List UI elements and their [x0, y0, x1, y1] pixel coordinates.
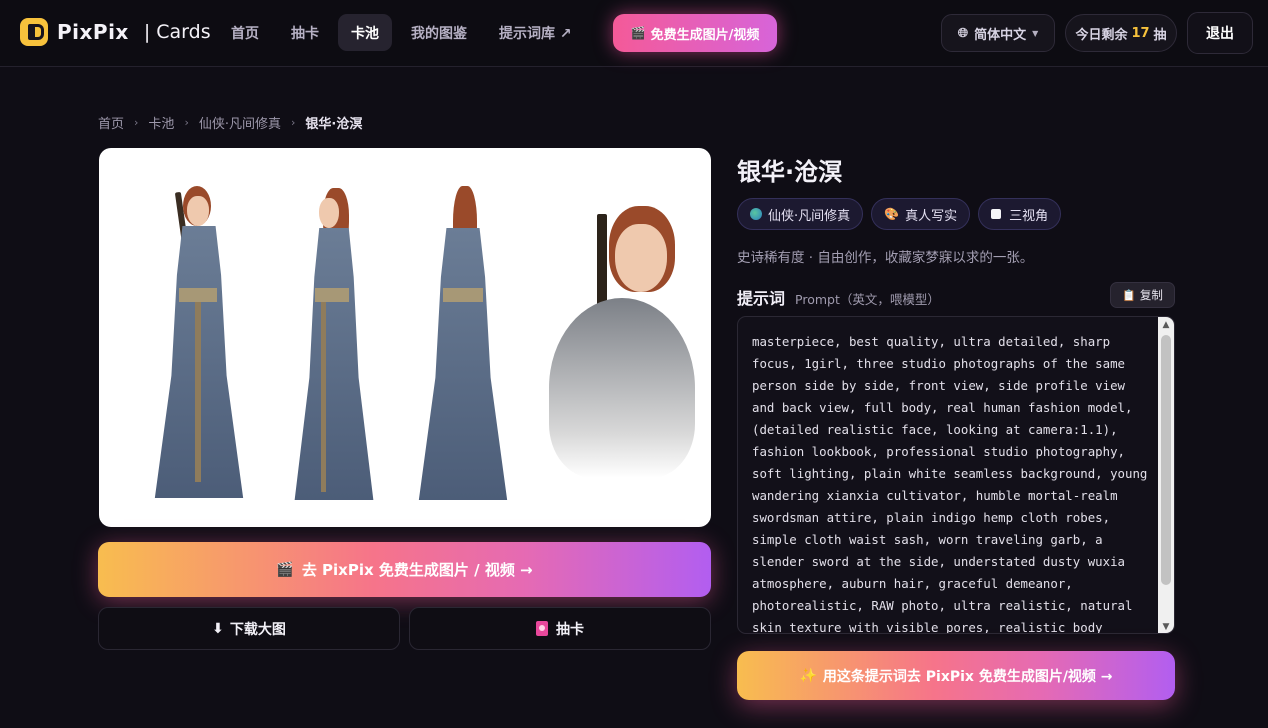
breadcrumb-home[interactable]: 首页 — [98, 113, 124, 132]
use-prompt-generate-button[interactable]: ✨ 用这条提示词去 PixPix 免费生成图片/视频 → — [737, 651, 1175, 700]
go-pixpix-generate-button[interactable]: 🎬 去 PixPix 免费生成图片 / 视频 → — [98, 542, 711, 597]
main-nav: 首页 抽卡 卡池 我的图鉴 提示词库 ↗ — [218, 14, 585, 51]
figure-side-view — [279, 184, 389, 504]
free-generate-button[interactable]: 🎬 免费生成图片/视频 — [613, 14, 777, 52]
scroll-down-arrow-icon[interactable]: ▼ — [1158, 619, 1174, 633]
caret-down-icon: ▼ — [1032, 28, 1039, 38]
globe-icon — [750, 208, 762, 220]
breadcrumb-chevron-icon: › — [184, 116, 189, 129]
breadcrumb-pool[interactable]: 卡池 — [148, 113, 174, 132]
square-icon — [991, 209, 1002, 219]
breadcrumb-chevron-icon: › — [290, 116, 296, 129]
download-label: 下载大图 — [229, 621, 286, 638]
logo[interactable]: PixPix | Cards — [20, 18, 211, 46]
clipboard-icon: 📋 — [1122, 288, 1136, 302]
clapperboard-icon: 🎬 — [630, 26, 646, 40]
nav-item-home[interactable]: 首页 — [218, 14, 272, 51]
card-title: 银华·沧溟 — [737, 158, 843, 186]
daily-quota-badge: 今日剩余 17 抽 — [1065, 14, 1177, 52]
breadcrumb-current: 银华·沧溟 — [305, 117, 363, 132]
download-arrow-icon: ⬇ — [212, 620, 224, 637]
tag-category[interactable]: 仙侠·凡间修真 — [737, 198, 864, 230]
copy-label: 复制 — [1139, 288, 1163, 302]
figure-front-view — [133, 184, 263, 504]
draw-card-label: 抽卡 — [556, 621, 584, 638]
download-large-button[interactable]: ⬇ 下载大图 — [98, 607, 400, 650]
breadcrumb-chevron-icon: › — [134, 116, 139, 129]
prompt-text: masterpiece, best quality, ultra detaile… — [752, 334, 1148, 634]
copy-prompt-button[interactable]: 📋 复制 — [1110, 282, 1175, 308]
clapperboard-icon: 🎬 — [276, 561, 294, 578]
go-pixpix-generate-label: 去 PixPix 免费生成图片 / 视频 → — [301, 561, 533, 579]
logout-button[interactable]: 退出 — [1187, 12, 1253, 54]
nav-item-draw[interactable]: 抽卡 — [278, 14, 332, 51]
use-prompt-generate-label: 用这条提示词去 PixPix 免费生成图片/视频 → — [822, 668, 1113, 685]
language-label: 简体中文 — [974, 27, 1027, 43]
top-bar: PixPix | Cards 首页 抽卡 卡池 我的图鉴 提示词库 ↗ 🎬 免费… — [0, 0, 1268, 67]
prompt-header: 提示词 Prompt（英文，喂模型） — [737, 285, 940, 309]
prompt-heading: 提示词 — [737, 289, 786, 308]
breadcrumb-category[interactable]: 仙侠·凡间修真 — [199, 113, 281, 132]
figure-portrait — [539, 194, 699, 494]
globe-icon: 🌐︎ — [957, 25, 969, 41]
prompt-textbox[interactable]: masterpiece, best quality, ultra detaile… — [737, 316, 1175, 634]
tag-view[interactable]: 三视角 — [978, 198, 1062, 230]
breadcrumb: 首页 › 卡池 › 仙侠·凡间修真 › 银华·沧溟 — [98, 113, 362, 132]
tag-view-label: 三视角 — [1009, 208, 1049, 224]
prompt-subheading: Prompt（英文，喂模型） — [795, 292, 940, 307]
card-tags: 仙侠·凡间修真 🎨 真人写实 三视角 — [737, 198, 1062, 230]
nav-item-prompt-library[interactable]: 提示词库 ↗ — [486, 14, 585, 51]
card-icon — [536, 621, 548, 636]
tag-style[interactable]: 🎨 真人写实 — [871, 198, 971, 230]
scroll-up-arrow-icon[interactable]: ▲ — [1158, 317, 1174, 333]
prompt-scrollbar[interactable]: ▲ ▼ — [1158, 317, 1174, 633]
card-image[interactable] — [99, 148, 711, 527]
nav-item-pool[interactable]: 卡池 — [338, 14, 392, 51]
palette-icon: 🎨 — [884, 207, 900, 221]
logo-subtitle: | Cards — [143, 21, 211, 43]
nav-item-collection[interactable]: 我的图鉴 — [398, 14, 480, 51]
draw-card-button[interactable]: 抽卡 — [409, 607, 711, 650]
free-generate-label: 免费生成图片/视频 — [650, 27, 760, 43]
scrollbar-thumb[interactable] — [1161, 335, 1171, 585]
tag-style-label: 真人写实 — [905, 208, 958, 224]
language-select[interactable]: 🌐︎ 简体中文 ▼ — [941, 14, 1055, 52]
quota-count: 17 — [1131, 25, 1150, 41]
sparkle-icon: ✨ — [799, 667, 817, 684]
card-description: 史诗稀有度 · 自由创作，收藏家梦寐以求的一张。 — [737, 250, 1034, 266]
quota-prefix: 今日剩余 — [1075, 27, 1128, 43]
figure-back-view — [405, 184, 521, 504]
logo-text: PixPix — [57, 20, 129, 44]
pixpix-logo-icon — [20, 18, 48, 46]
quota-suffix: 抽 — [1153, 27, 1167, 43]
tag-category-label: 仙侠·凡间修真 — [768, 208, 851, 224]
